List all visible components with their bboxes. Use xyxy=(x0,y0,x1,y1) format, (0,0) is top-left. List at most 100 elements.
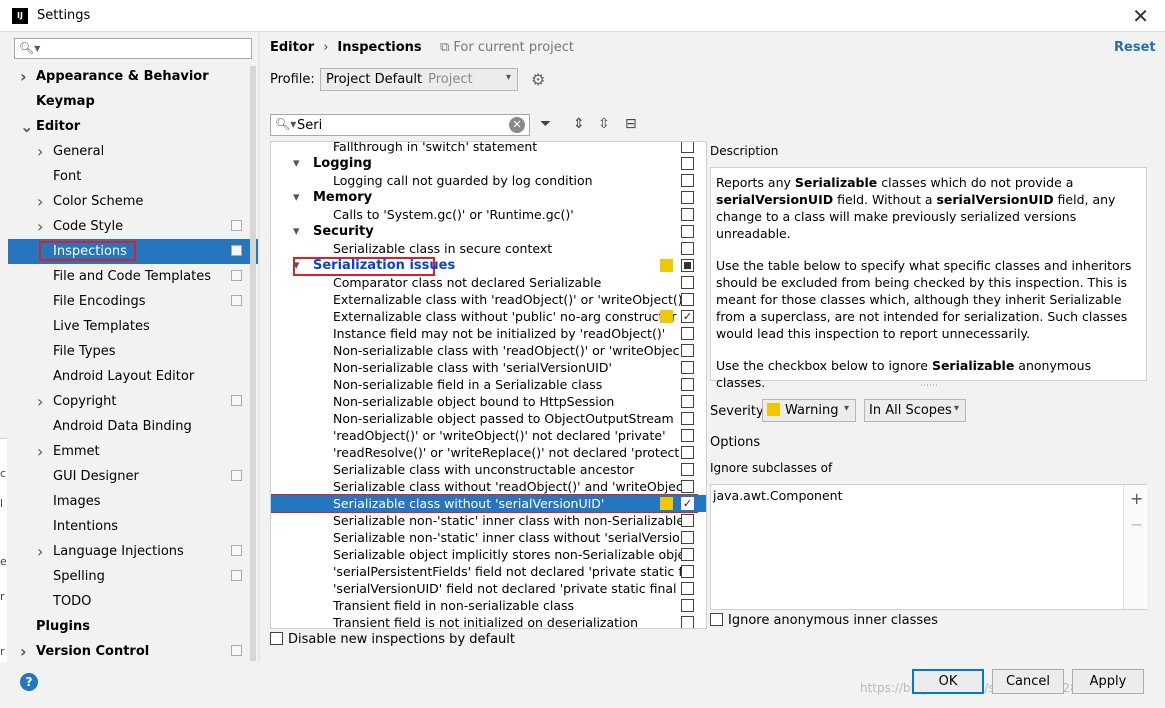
chevron-right-icon[interactable]: › xyxy=(37,214,43,239)
chevron-down-icon[interactable]: ▾ xyxy=(293,223,300,240)
checkbox-icon[interactable] xyxy=(681,225,694,238)
tree-row[interactable]: Externalizable class with 'readObject()'… xyxy=(271,291,706,308)
ok-button[interactable]: OK xyxy=(912,669,984,694)
checkbox-icon[interactable] xyxy=(681,242,694,255)
tree-row[interactable]: Serializable non-'static' inner class wi… xyxy=(271,529,706,546)
checkbox-icon[interactable] xyxy=(681,157,694,170)
checkbox-icon[interactable] xyxy=(681,429,694,442)
checkbox-icon[interactable] xyxy=(681,142,694,153)
checkbox-icon[interactable] xyxy=(681,412,694,425)
checkbox-icon[interactable] xyxy=(681,446,694,459)
ignore-anonymous-checkbox[interactable]: Ignore anonymous inner classes xyxy=(710,613,938,628)
tree-group-row[interactable]: ▾ Memory xyxy=(271,189,706,206)
tree-row[interactable]: 'readResolve()' or 'writeReplace()' not … xyxy=(271,444,706,461)
ignore-subclasses-list[interactable]: java.awt.Component + − xyxy=(710,484,1147,610)
chevron-right-icon[interactable]: › xyxy=(37,189,43,214)
resize-grip-icon[interactable]: ⋯⋯ xyxy=(920,381,938,391)
checkbox-icon[interactable] xyxy=(681,174,694,187)
tree-row[interactable]: Serializable object implicitly stores no… xyxy=(271,546,706,563)
checkbox-icon[interactable] xyxy=(681,293,694,306)
tree-row[interactable]: 'readObject()' or 'writeObject()' not de… xyxy=(271,427,706,444)
checkbox-icon[interactable] xyxy=(681,395,694,408)
sidebar-item-version-control[interactable]: › Version Control xyxy=(8,639,258,664)
chevron-down-icon[interactable]: ▾ xyxy=(293,189,300,206)
sidebar-item-intentions[interactable]: Intentions xyxy=(8,514,258,539)
tree-row[interactable]: Non-serializable class with 'serialVersi… xyxy=(271,359,706,376)
chevron-right-icon[interactable]: › xyxy=(37,139,43,164)
checkbox-icon[interactable] xyxy=(681,582,694,595)
checkbox-icon[interactable] xyxy=(681,259,694,272)
tree-row[interactable]: Fallthrough in 'switch' statement xyxy=(271,142,706,155)
checkbox-icon[interactable] xyxy=(681,276,694,289)
profile-select[interactable]: Project Default Project ▾ xyxy=(320,68,518,91)
tree-row[interactable]: Serializable class without 'serialVersio… xyxy=(271,495,706,512)
chevron-down-icon[interactable]: ▾ xyxy=(293,155,300,172)
checkbox-icon[interactable] xyxy=(681,531,694,544)
sidebar-item-spelling[interactable]: Spelling xyxy=(8,564,258,589)
chevron-right-icon[interactable]: › xyxy=(37,439,43,464)
remove-icon[interactable]: − xyxy=(1130,515,1143,534)
sidebar-item-language-injections[interactable]: › Language Injections xyxy=(8,539,258,564)
sidebar-item-appearance-behavior[interactable]: › Appearance & Behavior xyxy=(8,64,258,89)
help-icon[interactable]: ? xyxy=(20,673,38,691)
close-icon[interactable]: ✕ xyxy=(1132,4,1149,28)
tree-row[interactable]: Calls to 'System.gc()' or 'Runtime.gc()' xyxy=(271,206,706,223)
tree-row[interactable]: Non-serializable object bound to HttpSes… xyxy=(271,393,706,410)
gear-icon[interactable]: ⚙ xyxy=(531,70,545,89)
tree-group-row[interactable]: ▾ Security xyxy=(271,223,706,240)
expand-all-icon[interactable]: ⇕ xyxy=(573,116,585,132)
sidebar-item-android-data-binding[interactable]: Android Data Binding xyxy=(8,414,258,439)
sidebar-item-plugins[interactable]: Plugins xyxy=(8,614,258,639)
chevron-right-icon[interactable]: › xyxy=(37,539,43,564)
sidebar-item-gui-designer[interactable]: GUI Designer xyxy=(8,464,258,489)
collapse-all-icon[interactable]: ⇳ xyxy=(598,116,610,132)
tree-group-row[interactable]: ▾ Logging xyxy=(271,155,706,172)
tree-row[interactable]: Serializable non-'static' inner class wi… xyxy=(271,512,706,529)
checkbox-icon[interactable] xyxy=(681,463,694,476)
tree-row[interactable]: Instance field may not be initialized by… xyxy=(271,325,706,342)
sidebar-item-inspections[interactable]: Inspections xyxy=(8,239,258,264)
sidebar-item-file-and-code-templates[interactable]: File and Code Templates xyxy=(8,264,258,289)
tree-row[interactable]: Serializable class in secure context xyxy=(271,240,706,257)
checkbox-icon[interactable] xyxy=(681,378,694,391)
reset-link[interactable]: Reset xyxy=(1114,40,1156,55)
sidebar-item-font[interactable]: Font xyxy=(8,164,258,189)
chevron-down-icon[interactable]: ▾ xyxy=(293,257,300,274)
scope-select[interactable]: In All Scopes ▾ xyxy=(864,399,966,422)
tree-row[interactable]: 'serialPersistentFields' field not decla… xyxy=(271,563,706,580)
reset-to-default-icon[interactable]: ⊟ xyxy=(625,116,637,132)
tree-row[interactable]: Comparator class not declared Serializab… xyxy=(271,274,706,291)
checkbox-icon[interactable]: ✓ xyxy=(681,310,694,323)
panel-splitter[interactable] xyxy=(258,33,260,662)
apply-button[interactable]: Apply xyxy=(1072,669,1144,694)
checkbox-icon[interactable] xyxy=(681,599,694,612)
list-item[interactable]: java.awt.Component xyxy=(713,488,843,503)
sidebar-item-color-scheme[interactable]: › Color Scheme xyxy=(8,189,258,214)
tree-row[interactable]: Transient field is not initialized on de… xyxy=(271,614,706,628)
checkbox-icon[interactable] xyxy=(681,191,694,204)
checkbox-icon[interactable] xyxy=(681,208,694,221)
tree-row[interactable]: Non-serializable object passed to Object… xyxy=(271,410,706,427)
filter-icon[interactable]: ⏷ xyxy=(540,116,551,132)
sidebar-item-android-layout-editor[interactable]: Android Layout Editor xyxy=(8,364,258,389)
checkbox-icon[interactable] xyxy=(681,344,694,357)
inspection-filter-input[interactable]: 🔍︎▾ Seri ✕ xyxy=(270,114,530,136)
chevron-right-icon[interactable]: › xyxy=(20,639,27,664)
sidebar-item-copyright[interactable]: › Copyright xyxy=(8,389,258,414)
sidebar-item-live-templates[interactable]: Live Templates xyxy=(8,314,258,339)
checkbox-icon[interactable] xyxy=(681,361,694,374)
sidebar-item-emmet[interactable]: › Emmet xyxy=(8,439,258,464)
checkbox-icon[interactable] xyxy=(681,616,694,628)
sidebar-item-file-types[interactable]: File Types xyxy=(8,339,258,364)
checkbox-icon[interactable]: ✓ xyxy=(681,497,694,510)
checkbox-icon[interactable] xyxy=(681,480,694,493)
tree-group-row[interactable]: ▾ Serialization issues xyxy=(271,257,706,274)
sidebar-item-code-style[interactable]: › Code Style xyxy=(8,214,258,239)
severity-select[interactable]: Warning ▾ xyxy=(762,399,856,422)
sidebar-item-images[interactable]: Images xyxy=(8,489,258,514)
chevron-right-icon[interactable]: › xyxy=(37,389,43,414)
add-icon[interactable]: + xyxy=(1130,489,1143,508)
tree-row[interactable]: Externalizable class without 'public' no… xyxy=(271,308,706,325)
checkbox-icon[interactable] xyxy=(681,565,694,578)
clear-icon[interactable]: ✕ xyxy=(509,117,525,133)
